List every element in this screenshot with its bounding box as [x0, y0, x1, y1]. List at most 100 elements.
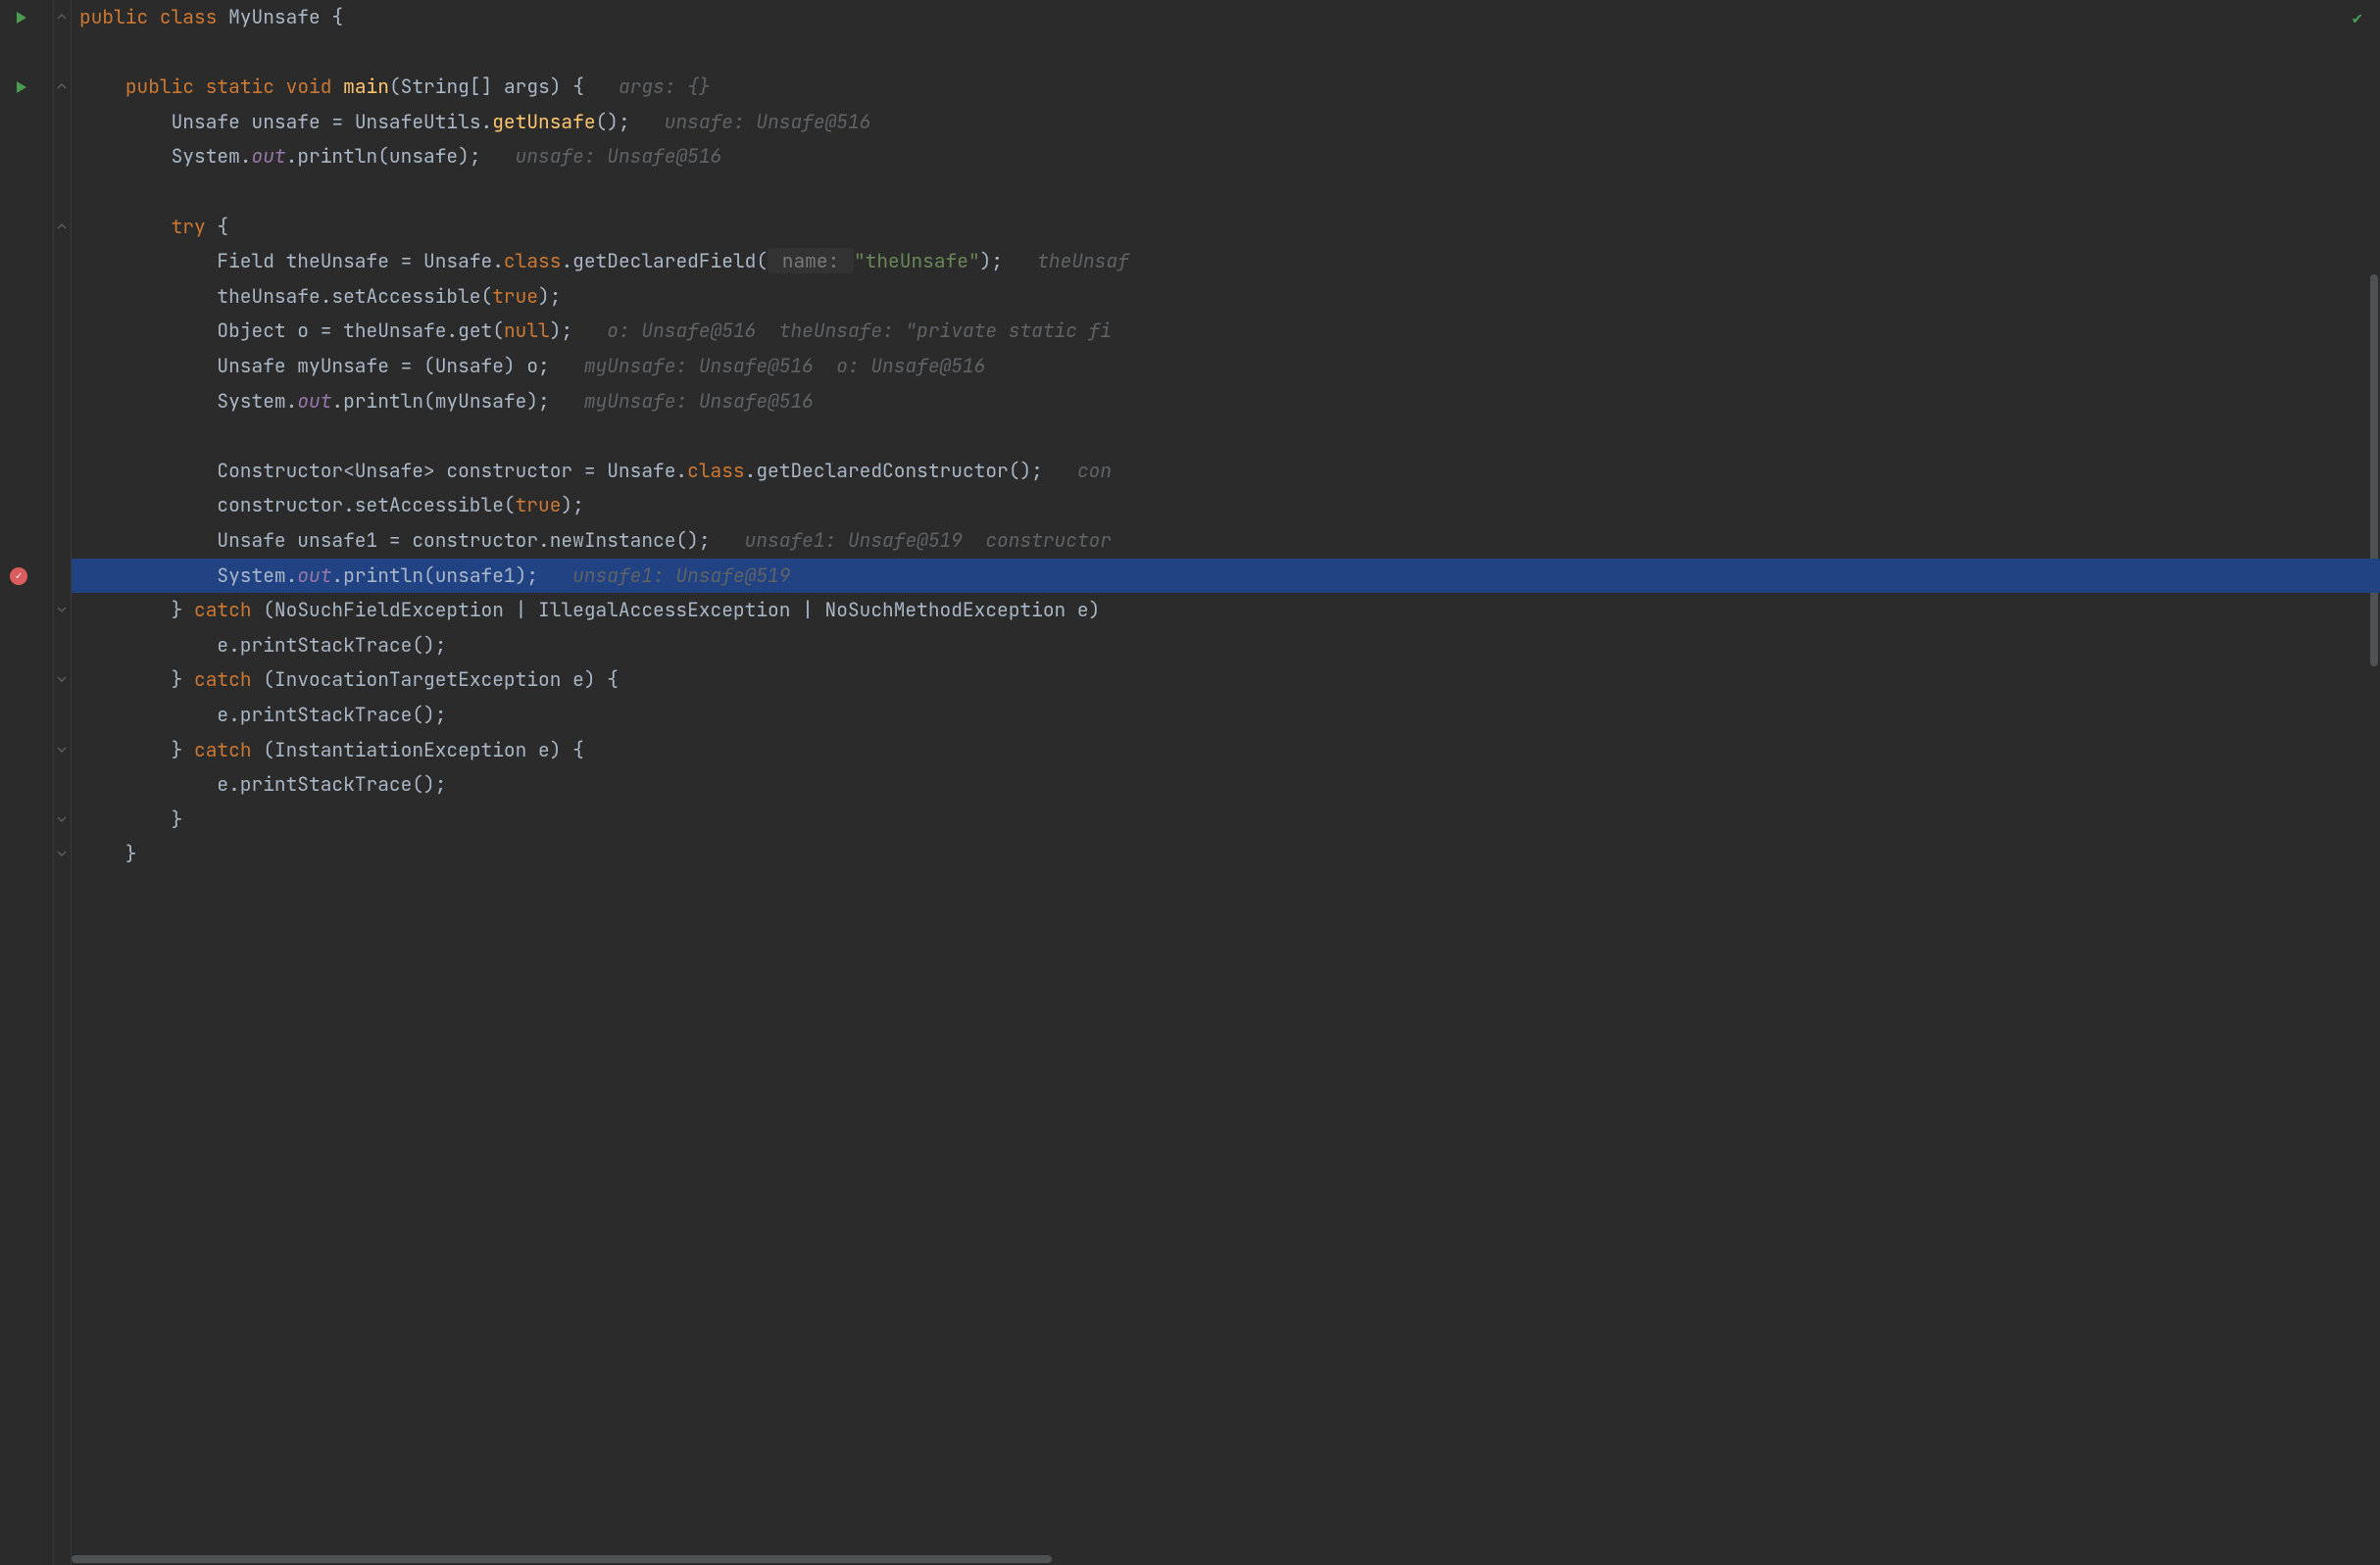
code-line[interactable] [72, 174, 2380, 210]
code-token: } [125, 841, 137, 866]
code-token: out [252, 143, 286, 169]
code-token [1003, 248, 1037, 273]
code-token: } [172, 597, 194, 622]
code-token [630, 109, 665, 134]
code-line[interactable]: try { [72, 210, 2380, 245]
fold-close-icon[interactable] [56, 814, 68, 826]
code-line[interactable]: public class MyUnsafe { [72, 0, 2380, 35]
code-token: main [343, 73, 389, 99]
code-token [550, 353, 584, 378]
code-line[interactable]: e.printStackTrace(); [72, 767, 2380, 803]
code-token: Unsafe myUnsafe [217, 353, 400, 378]
code-token [1043, 458, 1077, 483]
code-line[interactable]: } catch (NoSuchFieldException | IllegalA… [72, 593, 2380, 628]
code-token: = [401, 353, 423, 378]
code-token: ); [561, 492, 583, 517]
code-token: MyUnsafe [228, 4, 331, 29]
code-line[interactable] [72, 418, 2380, 454]
code-token: con [1077, 458, 1112, 483]
code-token: Unsafe. [607, 458, 687, 483]
code-token: UnsafeUtils. [355, 109, 492, 134]
code-token: Field theUnsafe [217, 248, 400, 273]
code-token: "theUnsafe" [854, 248, 980, 273]
code-token: out [297, 388, 331, 414]
code-token: args: {} [619, 73, 711, 99]
code-line[interactable] [72, 35, 2380, 71]
code-line[interactable]: Constructor<Unsafe> constructor = Unsafe… [72, 454, 2380, 489]
code-token: (InstantiationException e) [263, 737, 572, 762]
code-token: Constructor<Unsafe> constructor [217, 458, 583, 483]
code-token: myUnsafe: Unsafe@516 o: Unsafe@516 [584, 353, 986, 378]
fold-open-icon[interactable] [56, 221, 68, 233]
code-token [538, 562, 572, 588]
code-token: try [172, 214, 218, 239]
code-token: (InvocationTargetException e) [263, 666, 607, 692]
code-token: .getDeclaredConstructor(); [745, 458, 1043, 483]
code-token: } [172, 737, 194, 762]
fold-open-icon[interactable] [56, 81, 68, 93]
code-token [572, 318, 607, 343]
code-token: o: Unsafe@516 theUnsafe: "private static… [607, 318, 1112, 343]
fold-close-icon[interactable] [56, 849, 68, 860]
code-token: catch [194, 666, 263, 692]
code-token: unsafe: Unsafe@516 [516, 143, 722, 169]
code-line[interactable]: Field theUnsafe = Unsafe.class.getDeclar… [72, 244, 2380, 279]
fold-close-icon[interactable] [56, 605, 68, 616]
code-token: e.printStackTrace(); [217, 771, 446, 797]
code-line[interactable]: Unsafe unsafe = UnsafeUtils.getUnsafe();… [72, 105, 2380, 140]
code-token: constructor.newInstance(); [412, 527, 710, 553]
run-gutter-icon[interactable] [12, 8, 31, 27]
code-token: catch [194, 737, 263, 762]
code-line[interactable]: theUnsafe.setAccessible(true); [72, 279, 2380, 315]
code-token [584, 73, 619, 99]
code-token: { [217, 214, 228, 239]
code-line[interactable]: System.out.println(myUnsafe); myUnsafe: … [72, 384, 2380, 419]
code-token: ); [980, 248, 1003, 273]
code-token: { [607, 666, 619, 692]
code-line[interactable]: Object o = theUnsafe.get(null); o: Unsaf… [72, 314, 2380, 349]
code-token: theUnsafe.setAccessible( [217, 283, 492, 309]
code-editor[interactable]: ✔ public class MyUnsafe { public static … [0, 0, 2380, 1565]
code-token: catch [194, 597, 263, 622]
fold-close-icon[interactable] [56, 674, 68, 686]
fold-column [54, 0, 72, 1565]
code-token: = [584, 458, 607, 483]
code-token: .getDeclaredField( [561, 248, 768, 273]
code-token: unsafe: Unsafe@516 [665, 109, 871, 134]
code-token: String [401, 73, 470, 99]
code-area[interactable]: ✔ public class MyUnsafe { public static … [72, 0, 2380, 1565]
code-token: (NoSuchFieldException | IllegalAccessExc… [263, 597, 1100, 622]
code-line[interactable]: Unsafe myUnsafe = (Unsafe) o; myUnsafe: … [72, 349, 2380, 384]
code-line[interactable]: public static void main(String[] args) {… [72, 70, 2380, 105]
horizontal-scrollbar-thumb[interactable] [72, 1555, 1052, 1563]
code-token: theUnsafe.get( [343, 318, 504, 343]
code-line[interactable]: } catch (InstantiationException e) { [72, 733, 2380, 768]
code-line[interactable]: } [72, 803, 2380, 838]
code-token: Object o [217, 318, 320, 343]
code-token: true [516, 492, 562, 517]
code-token: e.printStackTrace(); [217, 632, 446, 658]
code-line[interactable]: constructor.setAccessible(true); [72, 488, 2380, 523]
code-token: class [687, 458, 745, 483]
fold-open-icon[interactable] [56, 12, 68, 24]
code-line[interactable]: e.printStackTrace(); [72, 698, 2380, 733]
code-token: null [504, 318, 550, 343]
fold-close-icon[interactable] [56, 745, 68, 757]
breakpoint-icon[interactable] [10, 567, 27, 585]
code-token: System. [217, 388, 297, 414]
code-token: unsafe1: Unsafe@519 constructor [745, 527, 1112, 553]
code-token: getUnsafe [492, 109, 595, 134]
code-line[interactable]: e.printStackTrace(); [72, 628, 2380, 663]
code-token: theUnsaf [1037, 248, 1129, 273]
code-line[interactable]: System.out.println(unsafe); unsafe: Unsa… [72, 139, 2380, 174]
code-token: class [160, 4, 228, 29]
run-gutter-icon[interactable] [12, 77, 31, 97]
code-line[interactable]: Unsafe unsafe1 = constructor.newInstance… [72, 523, 2380, 559]
code-line[interactable]: System.out.println(unsafe1); unsafe1: Un… [72, 559, 2380, 594]
code-line[interactable]: } catch (InvocationTargetException e) { [72, 662, 2380, 698]
code-token: Unsafe. [423, 248, 504, 273]
horizontal-scrollbar[interactable] [72, 1553, 2368, 1565]
code-line[interactable]: } [72, 837, 2380, 872]
code-token: static [206, 73, 286, 99]
code-token: = [401, 248, 423, 273]
